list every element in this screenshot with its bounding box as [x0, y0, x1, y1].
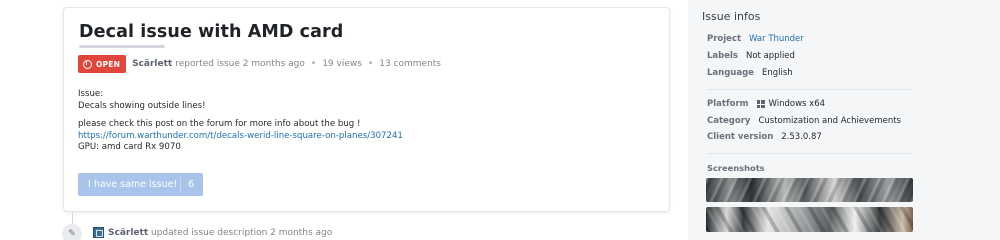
labels-value: Not applied	[745, 51, 795, 61]
description-line: Issue:	[78, 89, 104, 99]
category-label: Category	[707, 116, 751, 126]
project-link[interactable]: War Thunder	[749, 34, 804, 44]
windows-icon	[756, 100, 765, 108]
description-line: GPU: amd card Rx 9070	[78, 142, 181, 152]
info-row-client-version: Client version 2.53.0.87	[707, 132, 822, 142]
info-row-project: Project War Thunder	[707, 34, 804, 44]
same-issue-label: I have same issue!	[88, 179, 178, 190]
issue-title: Decal issue with AMD card	[79, 22, 344, 42]
language-value: English	[761, 68, 793, 78]
screenshot-thumbnail[interactable]	[706, 207, 913, 232]
info-row-platform: Platform Windows x64	[707, 99, 825, 109]
sidebar-heading: Issue infos	[702, 10, 761, 23]
labels-label: Labels	[707, 51, 738, 61]
screenshots-label: Screenshots	[707, 163, 765, 173]
screenshot-thumbnail[interactable]	[706, 178, 913, 202]
status-badge: OPEN	[78, 55, 127, 73]
pencil-icon: ✎	[62, 224, 82, 240]
info-row-language: Language English	[707, 68, 793, 78]
alert-circle-icon	[83, 59, 92, 69]
main-content: Decal issue with AMD card OPEN Scärlett …	[0, 0, 688, 240]
same-issue-count: 6	[188, 179, 195, 190]
forum-link[interactable]: https://forum.warthunder.com/t/decals-we…	[78, 131, 403, 143]
comments-count[interactable]: 13 comments	[379, 59, 441, 69]
timeline-author[interactable]: Scärlett	[108, 228, 148, 238]
same-issue-button[interactable]: I have same issue! 6	[78, 173, 203, 196]
sidebar-divider	[707, 153, 913, 154]
platform-label: Platform	[707, 99, 749, 109]
avatar[interactable]	[93, 227, 104, 238]
description-line: Decals showing outside lines!	[78, 100, 206, 111]
info-row-labels: Labels Not applied	[707, 51, 795, 61]
description-line: please check this post on the forum for …	[78, 119, 361, 129]
platform-value: Windows x64	[768, 99, 826, 109]
author-link[interactable]: Scärlett	[132, 59, 172, 69]
reported-text: reported issue 2 months ago	[175, 59, 305, 69]
status-label: OPEN	[96, 59, 121, 69]
timeline-entry: Scärlett updated issue description 2 mon…	[108, 228, 332, 238]
separator-dot: •	[367, 59, 374, 69]
issue-meta: OPEN Scärlett reported issue 2 months ag…	[78, 55, 441, 73]
views-count: 19 views	[322, 59, 362, 69]
language-label: Language	[707, 68, 754, 78]
info-row-category: Category Customization and Achievements	[707, 116, 901, 126]
issue-info-sidebar: Issue infos Project War Thunder Labels N…	[688, 0, 1000, 240]
client-version-label: Client version	[707, 132, 774, 142]
timeline-action: updated issue description 2 months ago	[151, 228, 333, 238]
sidebar-divider	[707, 89, 913, 90]
project-label: Project	[707, 34, 742, 44]
meta-text: Scärlett reported issue 2 months ago • 1…	[132, 59, 441, 69]
client-version-value: 2.53.0.87	[781, 132, 822, 142]
title-underline	[79, 45, 165, 48]
category-value: Customization and Achievements	[758, 116, 901, 126]
issue-description: Issue: Decals showing outside lines! ple…	[78, 89, 403, 154]
separator-dot: •	[310, 59, 317, 69]
issue-card: Decal issue with AMD card OPEN Scärlett …	[63, 7, 670, 212]
